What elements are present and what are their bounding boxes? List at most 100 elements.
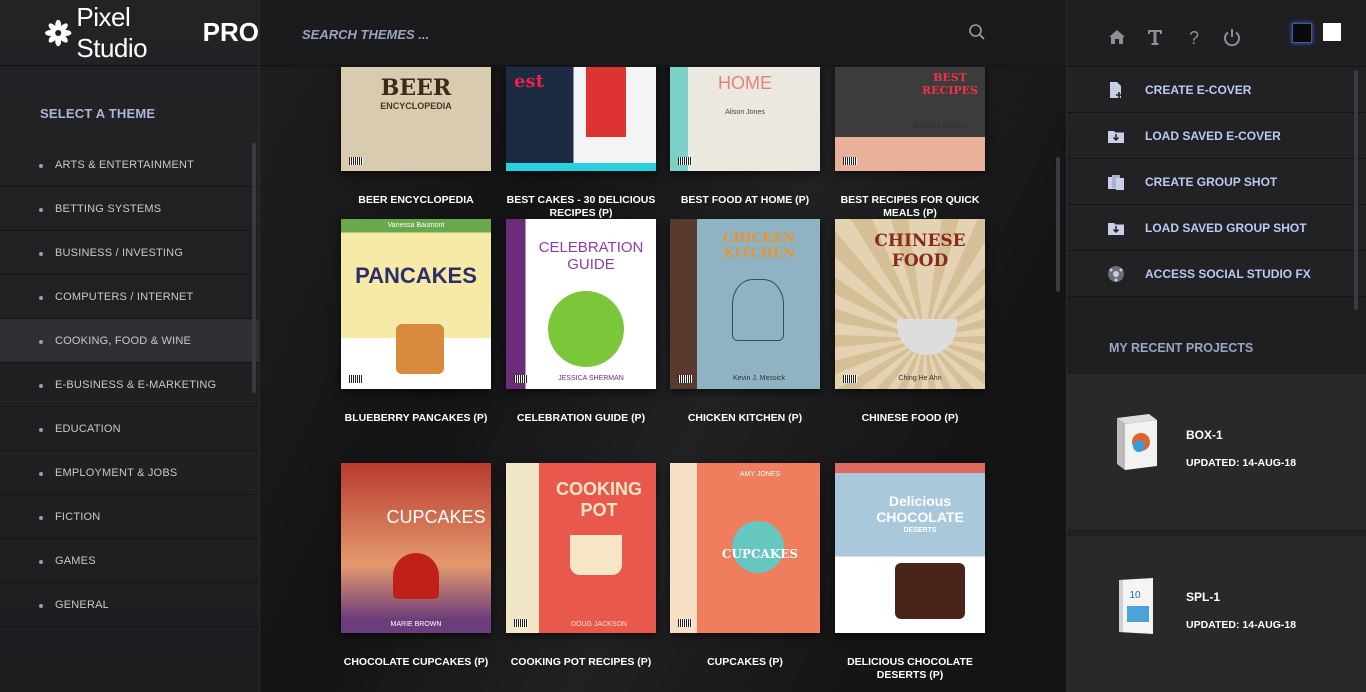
theme-label: CHINESE FOOD (P)	[861, 412, 959, 424]
barcode-icon	[349, 375, 363, 383]
theme-category-item[interactable]: BETTING SYSTEMS	[0, 187, 259, 231]
cover-title: BEST RECIPES	[921, 71, 979, 97]
theme-cover[interactable]: CHINESE FOOD Ching He Ahn	[835, 219, 985, 389]
theme-category-item-active[interactable]: COOKING, FOOD & WINE	[0, 319, 269, 363]
theme-cover[interactable]: BEER ENCYCLOPEDIA	[341, 67, 491, 171]
access-social-studio-button[interactable]: ACCESS SOCIAL STUDIO FX	[1067, 251, 1366, 297]
theme-cover[interactable]: Vanessa Baumont PANCAKES	[341, 219, 491, 389]
cover-subtitle: Ching He Ahn	[898, 375, 942, 382]
barcode-icon	[514, 375, 528, 383]
theme-card[interactable]: CELEBRATION GUIDE JESSICA SHERMAN CELEBR…	[506, 219, 656, 425]
rice-bowl	[897, 319, 957, 355]
light-theme-swatch[interactable]	[1323, 23, 1341, 41]
project-updated: UPDATED: 14-AUG-18	[1186, 619, 1297, 631]
theme-label: DELICIOUS CHOCOLATE DESERTS (P)	[847, 656, 973, 681]
load-saved-ecover-button[interactable]: LOAD SAVED E-COVER	[1067, 113, 1366, 159]
svg-text:10: 10	[1129, 590, 1141, 601]
cover-subtitle: Kevin J. Messick	[732, 375, 786, 382]
theme-card[interactable]: BEST RECIPES MARISA HEART BEST RECIPES F…	[835, 67, 985, 220]
help-icon[interactable]: ?	[1184, 27, 1204, 47]
theme-card[interactable]: est BEST CAKES - 30 DELICIOUS RECIPES (P…	[506, 67, 656, 220]
cover-subtitle: JESSICA SHERMAN	[558, 375, 624, 382]
cover-subtitle: AMY JONES	[739, 471, 781, 478]
theme-category-item[interactable]: ARTS & ENTERTAINMENT	[0, 143, 259, 187]
theme-category-item[interactable]: BUSINESS / INVESTING	[0, 231, 259, 275]
group-files-icon	[1108, 175, 1124, 190]
theme-label: CELEBRATION GUIDE (P)	[516, 412, 646, 424]
theme-card[interactable]: Delicious CHOCOLATE DESERTS DELICIOUS CH…	[835, 463, 985, 682]
project-thumbnail	[1117, 414, 1157, 470]
theme-cover[interactable]: HOME Alison Jones	[670, 67, 820, 171]
theme-cover[interactable]: CHICKEN KITCHEN Kevin J. Messick	[670, 219, 820, 389]
cupcake-image	[393, 553, 439, 599]
text-icon[interactable]	[1145, 27, 1165, 47]
load-saved-group-shot-button[interactable]: LOAD SAVED GROUP SHOT	[1067, 205, 1366, 251]
theme-card[interactable]: HOME Alison Jones BEST FOOD AT HOME (P)	[670, 67, 820, 207]
theme-cover[interactable]: BEST RECIPES MARISA HEART	[835, 67, 985, 171]
theme-card[interactable]: CUPCAKES MARIE BROWN CHOCOLATE CUPCAKES …	[341, 463, 491, 669]
brand-name: Pixel Studio	[76, 1, 148, 63]
recent-projects-heading: MY RECENT PROJECTS	[1109, 341, 1254, 355]
create-ecover-button[interactable]: CREATE E-COVER	[1067, 67, 1366, 113]
barcode-icon	[843, 157, 857, 165]
theme-card[interactable]: Vanessa Baumont PANCAKES BLUEBERRY PANCA…	[341, 219, 491, 425]
theme-sidebar: Pixel Studio PRO SELECT A THEME ARTS & E…	[0, 0, 269, 692]
file-plus-icon	[1110, 82, 1122, 98]
recent-project-card[interactable]: BOX-1 UPDATED: 14-AUG-18	[1067, 374, 1366, 529]
barcode-icon	[349, 157, 363, 165]
create-group-shot-button[interactable]: CREATE GROUP SHOT	[1067, 159, 1366, 205]
theme-label: BEST RECIPES FOR QUICK MEALS (P)	[840, 194, 980, 219]
dark-theme-swatch[interactable]	[1292, 23, 1312, 43]
recent-project-card[interactable]: 10 SPL-1 UPDATED: 14-AUG-18	[1067, 536, 1366, 692]
theme-card[interactable]: CHINESE FOOD Ching He Ahn CHINESE FOOD (…	[835, 219, 985, 425]
brand-suffix: PRO	[202, 17, 259, 47]
theme-card[interactable]: COOKING POT DOUG JACKSON COOKING POT REC…	[506, 463, 656, 669]
chicken-illustration	[732, 279, 784, 341]
power-icon[interactable]	[1222, 27, 1242, 47]
search-icon[interactable]	[968, 23, 986, 41]
pot-illustration	[570, 535, 622, 575]
right-panel: ? CREATE E-COVER LOAD SAVED E-COVER CREA…	[1066, 0, 1366, 692]
cover-title: BEER	[380, 75, 452, 101]
theme-label: BEER ENCYCLOPEDIA	[358, 194, 474, 206]
theme-category-item[interactable]: GENERAL	[0, 583, 259, 627]
cover-subtitle: MARISA HEART	[913, 123, 967, 130]
theme-category-item[interactable]: EMPLOYMENT & JOBS	[0, 451, 259, 495]
project-updated: UPDATED: 14-AUG-18	[1186, 457, 1297, 469]
theme-card[interactable]: CHICKEN KITCHEN Kevin J. Messick CHICKEN…	[670, 219, 820, 425]
theme-grid: BEER ENCYCLOPEDIA BEER ENCYCLOPEDIA est …	[260, 67, 1066, 692]
home-icon[interactable]	[1107, 27, 1127, 47]
theme-cover[interactable]: Delicious CHOCOLATE DESERTS	[835, 463, 985, 633]
theme-cover[interactable]: CELEBRATION GUIDE JESSICA SHERMAN	[506, 219, 656, 389]
theme-category-item[interactable]: GAMES	[0, 539, 259, 583]
theme-cover[interactable]: AMY JONES CUPCAKES	[670, 463, 820, 633]
theme-cover[interactable]: COOKING POT DOUG JACKSON	[506, 463, 656, 633]
grid-scrollbar[interactable]	[1056, 157, 1060, 292]
right-panel-scrollbar[interactable]	[1354, 70, 1358, 310]
barcode-icon	[678, 375, 692, 383]
cover-title: COOKING POT	[555, 479, 642, 520]
project-name: SPL-1	[1186, 590, 1221, 604]
theme-card[interactable]: BEER ENCYCLOPEDIA BEER ENCYCLOPEDIA	[341, 67, 491, 207]
theme-label: CHOCOLATE CUPCAKES (P)	[343, 656, 489, 668]
theme-card[interactable]: AMY JONES CUPCAKES CUPCAKES (P)	[670, 463, 820, 669]
search-themes-input[interactable]	[300, 20, 904, 48]
cover-subtitle: Vanessa Baumont	[387, 222, 445, 229]
theme-category-item[interactable]: COMPUTERS / INTERNET	[0, 275, 259, 319]
theme-cover[interactable]: CUPCAKES MARIE BROWN	[341, 463, 491, 633]
theme-label: CHICKEN KITCHEN (P)	[687, 412, 803, 424]
theme-category-item[interactable]: E-BUSINESS & E-MARKETING	[0, 363, 259, 407]
select-theme-heading: SELECT A THEME	[40, 106, 156, 121]
cover-subtitle: MARIE BROWN	[390, 621, 442, 628]
cover-title: CHINESE FOOD	[874, 231, 966, 271]
theme-cover[interactable]: est	[506, 67, 656, 171]
theme-category-item[interactable]: EDUCATION	[0, 407, 259, 451]
sidebar-scrollbar[interactable]	[252, 143, 256, 393]
cover-stripe	[506, 163, 656, 171]
action-label: CREATE GROUP SHOT	[1145, 174, 1278, 189]
app-logo[interactable]: Pixel Studio PRO	[0, 0, 259, 66]
theme-category-list: ARTS & ENTERTAINMENT BETTING SYSTEMS BUS…	[0, 143, 269, 627]
cover-title: est	[514, 71, 544, 92]
theme-category-item[interactable]: FICTION	[0, 495, 259, 539]
cover-title: CHICKEN KITCHEN	[722, 231, 796, 261]
